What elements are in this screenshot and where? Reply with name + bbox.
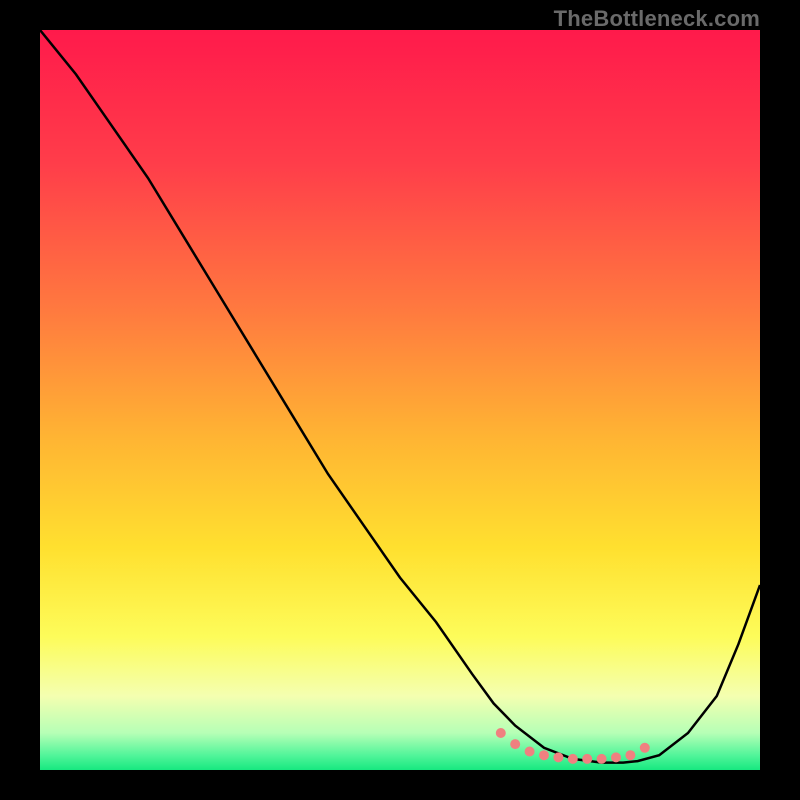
chart-container: TheBottleneck.com (0, 0, 800, 800)
optimal-marker (582, 754, 592, 764)
optimal-band-markers (496, 728, 650, 764)
optimal-marker (510, 739, 520, 749)
optimal-marker (625, 750, 635, 760)
optimal-marker (539, 750, 549, 760)
optimal-marker (553, 752, 563, 762)
optimal-marker (568, 754, 578, 764)
optimal-marker (640, 743, 650, 753)
attribution-label: TheBottleneck.com (554, 6, 760, 32)
plot-area (40, 30, 760, 770)
optimal-marker (597, 754, 607, 764)
optimal-marker (611, 752, 621, 762)
optimal-marker (496, 728, 506, 738)
optimal-marker (525, 747, 535, 757)
bottleneck-curve (40, 30, 760, 763)
curve-layer (40, 30, 760, 770)
